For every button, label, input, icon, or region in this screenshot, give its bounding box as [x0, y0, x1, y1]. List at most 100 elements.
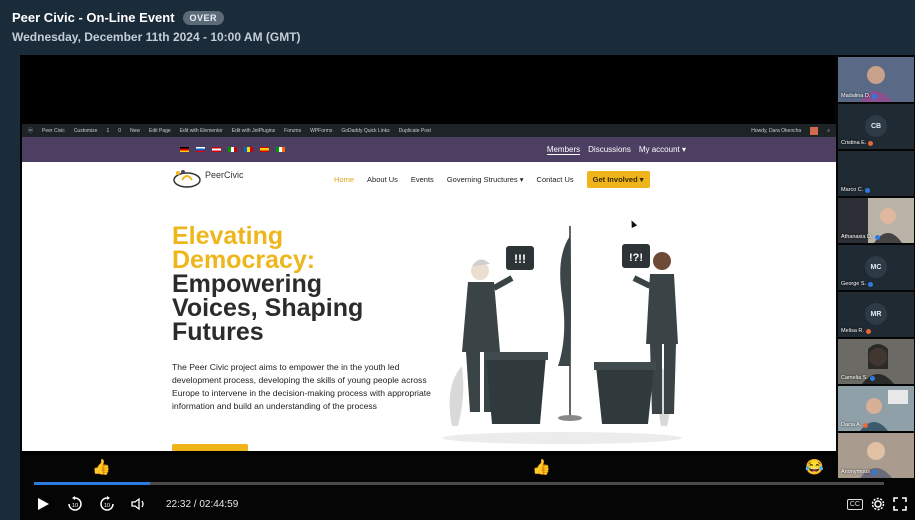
hero-line: Futures: [172, 318, 264, 346]
mic-off-icon: [868, 140, 874, 146]
mic-off-icon: [865, 328, 871, 334]
hero-paragraph: The Peer Civic project aims to empower t…: [172, 362, 431, 411]
search-icon: ⌕: [827, 127, 830, 134]
participant-tile[interactable]: Dacia A.: [838, 386, 914, 431]
skip-back-label: 10: [72, 503, 78, 509]
thumbs-up-icon: 👍: [92, 459, 111, 476]
flag-icon: [276, 147, 285, 152]
admin-item: WPForms: [310, 127, 333, 134]
participant-tile[interactable]: Madalina D.: [838, 57, 914, 102]
video-stage[interactable]: ⓦ Peer Civic Customize 1 0 New Edit Page…: [20, 55, 836, 455]
mic-off-icon: [863, 422, 869, 428]
status-badge: OVER: [182, 10, 225, 25]
skip-forward-button[interactable]: 10: [98, 495, 116, 513]
mic-icon: [874, 234, 880, 240]
hero-line: Voices, Shaping: [172, 294, 364, 322]
nav-about: About Us: [367, 175, 398, 184]
admin-item: Edit with Elementor: [179, 127, 223, 134]
playback-time: 22:32 / 02:44:59: [166, 498, 239, 510]
participant-tile[interactable]: MC George S.: [838, 245, 914, 290]
play-icon: [38, 498, 49, 510]
player-controls: 10 10 22:32 / 02:44:59 CC: [34, 493, 907, 515]
captions-button[interactable]: CC: [846, 498, 863, 510]
play-button[interactable]: [34, 495, 52, 513]
nav-events: Events: [410, 175, 434, 184]
admin-item: Customize: [73, 127, 98, 134]
discussions-link: Discussions: [588, 144, 631, 154]
skip-back-button[interactable]: 10: [66, 495, 84, 513]
nav-governing: Governing Structures ▾: [446, 175, 524, 184]
participant-name: Camelia S.: [841, 375, 868, 381]
wp-logo-icon: ⓦ: [28, 128, 34, 134]
admin-item: Peer Civic: [42, 127, 65, 134]
participant-name: Marco C.: [841, 187, 864, 193]
hero-line: Elevating: [172, 222, 284, 250]
nav-contact: Contact Us: [536, 175, 574, 184]
participant-tile[interactable]: Marco C.: [838, 151, 914, 196]
participant-strip: Madalina D. CB Cristina E. Marco C. Atha…: [838, 57, 915, 497]
debate-illustration: !!! !?!: [442, 226, 682, 444]
settings-gear-icon[interactable]: [871, 497, 885, 511]
participant-name: Madalina D.: [841, 93, 871, 99]
fullscreen-icon[interactable]: [893, 497, 907, 511]
admin-item: 1: [106, 127, 110, 134]
rewind-10-icon: 10: [68, 496, 82, 511]
participant-avatar: MC: [865, 256, 887, 278]
mic-icon: [869, 375, 875, 381]
video-player[interactable]: ⓦ Peer Civic Customize 1 0 New Edit Page…: [20, 55, 915, 520]
participant-tile[interactable]: CB Cristina E.: [838, 104, 914, 149]
site-top-nav: Members Discussions My account ▾: [22, 137, 836, 162]
mic-icon: [872, 93, 878, 99]
reaction-strip: 👍 👍 😂: [20, 458, 915, 480]
admin-item: 0: [118, 127, 121, 134]
progress-fill: [34, 482, 150, 485]
participant-tile[interactable]: Camelia S.: [838, 339, 914, 384]
participant-name: Melisa R.: [841, 328, 864, 334]
event-datetime: Wednesday, December 11th 2024 - 10:00 AM…: [12, 30, 301, 44]
hero-line: Empowering: [172, 270, 323, 298]
participant-tile[interactable]: Athanasia D.: [838, 198, 914, 243]
hero-button: [172, 444, 248, 451]
participant-avatar: MR: [865, 303, 887, 325]
volume-icon: [131, 497, 144, 511]
participant-name: Cristina E.: [841, 140, 867, 146]
event-header: Peer Civic - On-Line Event OVER Wednesda…: [12, 10, 903, 50]
admin-howdy: Howdy, Dara Okeocha: [751, 127, 802, 134]
progress-bar[interactable]: [34, 482, 884, 485]
mic-icon: [872, 469, 878, 475]
shared-screen: ⓦ Peer Civic Customize 1 0 New Edit Page…: [22, 124, 836, 451]
flag-icon: [196, 147, 205, 152]
mic-icon: [868, 281, 874, 287]
members-link: Members: [546, 144, 581, 155]
volume-button[interactable]: [130, 495, 148, 513]
nav-get-involved: Get Involved ▾: [586, 171, 650, 188]
admin-item: New: [130, 127, 141, 134]
flag-icon: [244, 147, 253, 152]
skip-forward-label: 10: [104, 503, 110, 509]
right-speech-text: !?!: [629, 252, 643, 264]
mic-icon: [865, 187, 871, 193]
forward-10-icon: 10: [100, 496, 114, 511]
site-logo: PeerCivic: [172, 169, 244, 189]
admin-avatar: [810, 126, 819, 135]
peercivic-logo-icon: [173, 169, 201, 188]
wp-admin-bar: ⓦ Peer Civic Customize 1 0 New Edit Page…: [22, 124, 836, 137]
participant-avatar: CB: [865, 115, 887, 137]
admin-item: GoDaddy Quick Links: [341, 127, 390, 134]
admin-item: Forums: [284, 127, 302, 134]
admin-item: Edit Page: [149, 127, 171, 134]
flag-icon: [228, 147, 237, 152]
flag-icon: [180, 147, 189, 152]
event-title: Peer Civic - On-Line Event: [12, 10, 175, 25]
admin-item: Edit with JetPlugins: [231, 127, 276, 134]
site-main-nav: PeerCivic Home About Us Events Governing…: [22, 162, 836, 195]
participant-name: Dacia A.: [841, 422, 862, 428]
hero-line: Democracy:: [172, 246, 316, 274]
laughing-emoji-icon: 😂: [805, 459, 824, 476]
hero-heading: Elevating Democracy: Empowering Voices, …: [172, 222, 432, 346]
participant-tile[interactable]: Anonymous: [838, 433, 914, 478]
participant-name: George S.: [841, 281, 867, 287]
logo-text: PeerCivic: [205, 169, 244, 180]
participant-tile[interactable]: MR Melisa R.: [838, 292, 914, 337]
participant-name: Athanasia D.: [841, 234, 873, 240]
